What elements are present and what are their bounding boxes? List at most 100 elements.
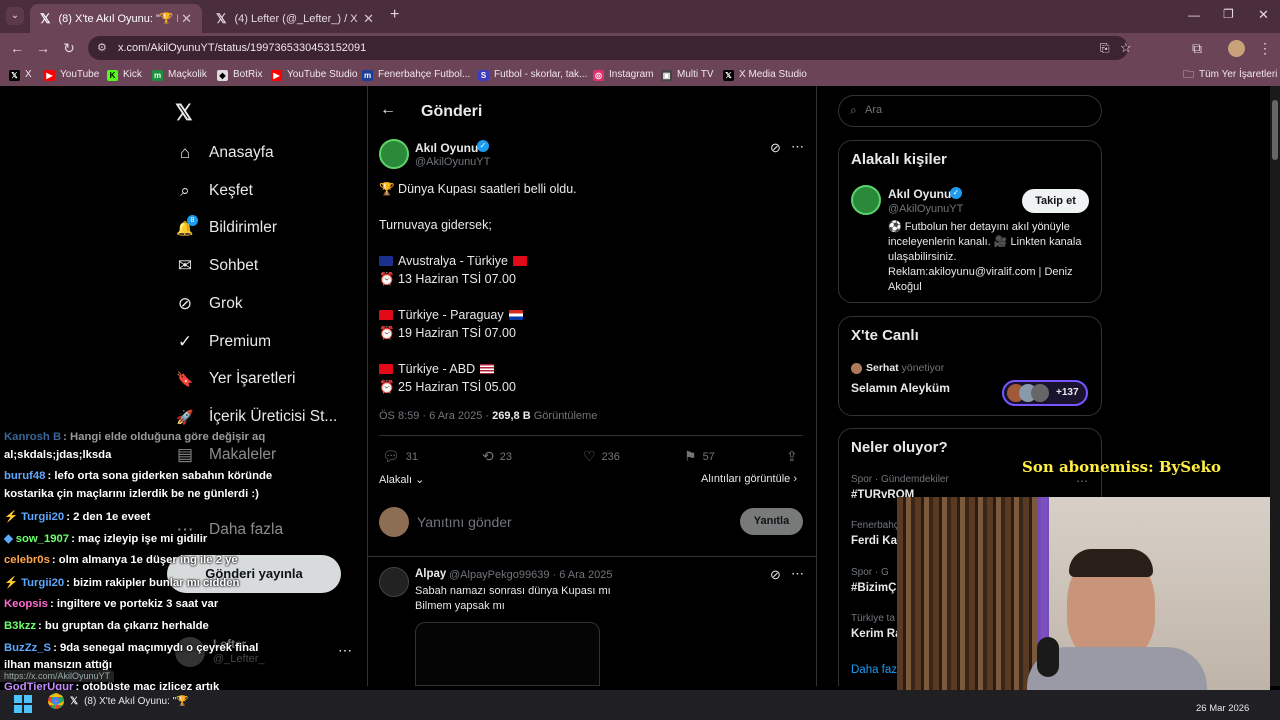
heart-icon: ♡ (583, 448, 596, 464)
grok-explain-icon[interactable]: ⊘ (770, 140, 781, 156)
bookmark-youtube-studio[interactable]: ▶ YouTube Studio (271, 67, 357, 83)
bookmark-kick[interactable]: K Kick (107, 67, 142, 83)
x-icon: 𝕏 (216, 10, 227, 26)
new-tab-button[interactable]: + (390, 6, 399, 24)
address-bar[interactable]: ⚙ x.com/AkilOyunuYT/status/1997365330453… (88, 36, 1132, 60)
minimize-icon[interactable]: — (1188, 8, 1200, 22)
x-logo[interactable]: 𝕏 (175, 100, 193, 126)
windows-start-icon[interactable] (14, 695, 32, 713)
bookmark-futbol[interactable]: S Futbol - skorlar, tak... (478, 67, 587, 83)
star-icon[interactable]: ☆ (1120, 36, 1132, 60)
nav-articles[interactable]: ▤ Makaleler (175, 445, 276, 465)
close-window-icon[interactable]: ✕ (1258, 7, 1269, 23)
reply-button[interactable]: Yanıtla (740, 508, 803, 535)
live-name[interactable]: Selamın Aleyküm (851, 381, 950, 395)
chrome-taskbar-item[interactable]: 𝕏 (8) X'te Akıl Oyunu: "🏆 (48, 693, 189, 709)
follow-button[interactable]: Takip et (1022, 189, 1089, 213)
all-bookmarks[interactable]: 🗀 Tüm Yer İşaretleri (1183, 67, 1277, 83)
mackolik-icon: m (152, 69, 163, 81)
profile-avatar[interactable] (1228, 40, 1245, 57)
forward-icon[interactable]: → (34, 39, 52, 57)
reply-author[interactable]: Alpay (415, 568, 446, 580)
reply-more-icon[interactable]: ⋯ (791, 566, 804, 582)
nav-creator-studio[interactable]: 🚀 İçerik Üreticisi St... (175, 407, 337, 427)
close-icon[interactable]: ✕ (181, 11, 192, 27)
related-avatar[interactable] (851, 185, 881, 215)
page-scrollbar[interactable] (1270, 86, 1280, 686)
nav-premium[interactable]: ✓ Premium (175, 332, 271, 352)
post-line-3: Avustralya - Türkiye (379, 254, 529, 268)
live-participants[interactable]: +137 (1002, 380, 1088, 406)
bookmark-youtube[interactable]: ▶ YouTube (44, 67, 99, 83)
microphone-icon (1037, 637, 1059, 677)
bookmark-fenerbahce[interactable]: m Fenerbahçe Futbol... (362, 67, 470, 83)
author-name[interactable]: Akıl Oyunu (415, 141, 478, 155)
reply-input[interactable]: Yanıtını gönder (417, 514, 512, 530)
author-handle[interactable]: @AkilOyunuYT (415, 156, 490, 168)
nav-bookmarks[interactable]: 🔖 Yer İşaretleri (175, 369, 295, 389)
trend-name[interactable]: #BizimÇ (851, 582, 896, 594)
like-action[interactable]: ♡ 236 (583, 448, 620, 465)
bookmark-x-media-studio[interactable]: 𝕏X Media Studio (723, 67, 807, 83)
related-bio: ⚽ Futbolun her detayını akıl yönüyle inc… (888, 221, 1082, 293)
author-avatar[interactable] (379, 139, 409, 169)
trend-name[interactable]: Kerim Ra (851, 628, 902, 640)
trend-more-icon[interactable]: ⋯ (1076, 474, 1088, 488)
repost-action[interactable]: ⟲ 23 (482, 448, 512, 465)
post-timestamp[interactable]: ÖS 8:59 · 6 Ara 2025 · (379, 410, 489, 422)
kick-icon: K (107, 69, 118, 81)
show-more-link[interactable]: Daha faz (851, 664, 897, 676)
nav-explore[interactable]: ⌕ Keşfet (175, 181, 253, 201)
trend-name[interactable]: Ferdi Ka (851, 535, 897, 547)
restore-icon[interactable]: ❐ (1223, 7, 1234, 21)
share-action[interactable]: ⇪ (786, 448, 798, 465)
subscriber-banner: Son abonemiss: BySeko (1022, 458, 1222, 476)
youtube-icon: ▶ (44, 69, 55, 81)
post-more-icon[interactable]: ⋯ (791, 139, 804, 155)
bookmark-mackolik[interactable]: m Maçkolik (152, 67, 207, 83)
bookmark-botrix[interactable]: ◆ BotRix (217, 67, 262, 83)
trend-meta: Fenerbahç (851, 520, 899, 531)
tab-inactive[interactable]: 𝕏 (4) Lefter (@_Lefter_) / X ✕ (206, 4, 384, 33)
related-name[interactable]: Akıl Oyunu (888, 187, 951, 201)
grok-explain-icon[interactable]: ⊘ (770, 567, 781, 583)
bookmark-instagram[interactable]: ◎ Instagram (593, 67, 653, 83)
badge-icon: ◆ (4, 533, 13, 545)
bookmark-x[interactable]: 𝕏X (9, 67, 32, 83)
site-info-icon[interactable]: ⚙ (97, 36, 107, 60)
live-title: X'te Canlı (851, 327, 919, 344)
install-icon[interactable]: ⎘ (1100, 36, 1110, 60)
related-handle[interactable]: @AkilOyunuYT (888, 203, 963, 215)
australia-flag-icon (379, 256, 393, 266)
back-icon[interactable]: ← (8, 39, 26, 57)
reload-icon[interactable]: ↻ (60, 39, 78, 57)
reply-action[interactable]: 💬︎ 31 (382, 448, 418, 465)
scrollbar-thumb[interactable] (1272, 100, 1278, 160)
relevance-dropdown[interactable]: Alakalı ⌄ (379, 473, 424, 486)
reply-media[interactable] (415, 622, 600, 686)
nav-grok[interactable]: ⊘ Grok (175, 294, 243, 314)
search-box[interactable]: ⌕ Ara (838, 95, 1102, 127)
folder-icon: 🗀 (1183, 69, 1194, 81)
account-menu-icon[interactable]: ⋯ (338, 642, 352, 659)
bookmark-action[interactable]: ⚑ 57 (684, 448, 715, 465)
view-quotes-link[interactable]: Alıntıları görüntüle › (701, 473, 797, 485)
post-meta: ÖS 8:59 · 6 Ara 2025 · 269,8 B Görüntüle… (379, 410, 597, 422)
nav-home[interactable]: ⌂ Anasayfa (175, 143, 274, 163)
composer-avatar (379, 507, 409, 537)
tab-active[interactable]: 𝕏 (8) X'te Akıl Oyunu: "🏆 Düny… ✕ (30, 4, 202, 33)
bookmark-multitv[interactable]: ▣ Multi TV (661, 67, 714, 83)
extensions-icon[interactable]: ⧉ (1188, 39, 1206, 57)
close-icon[interactable]: ✕ (363, 11, 374, 27)
back-arrow-icon[interactable]: ← (380, 101, 396, 119)
reply-avatar[interactable] (379, 567, 409, 597)
nav-chat[interactable]: ✉ Sohbet (175, 256, 258, 276)
tab-search-button[interactable]: ⌄ (6, 7, 24, 25)
post-line-6: ⏰ 19 Haziran TSİ 07.00 (379, 326, 516, 340)
post-line-2: Turnuvaya gidersek; (379, 218, 492, 232)
article-icon: ▤ (176, 445, 194, 464)
streamer-hair (1069, 549, 1153, 577)
reply-handle[interactable]: @AlpayPekgo99639 · 6 Ara 2025 (449, 569, 612, 581)
menu-icon[interactable]: ⋮ (1256, 39, 1274, 57)
turkey-flag-icon (379, 310, 393, 320)
